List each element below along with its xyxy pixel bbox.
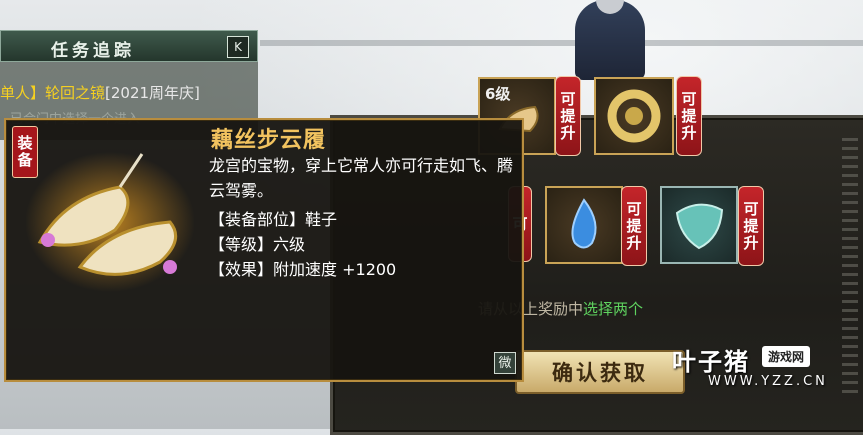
instruction-highlight: 选择两个 [583,300,644,318]
item-tooltip: 装备 藕丝步云履 龙宫的宝物，穿上它常人亦可行走如飞、腾云驾雾。 【装备部位】鞋… [4,118,524,382]
jade-shield-icon [675,203,724,250]
upgrade-badge-4: 可提升 [738,186,764,266]
micro-icon[interactable]: 微 [494,352,516,374]
watermark-url: WWW.YZZ.CN [708,374,828,389]
item-description: 龙宫的宝物，穿上它常人亦可行走如飞、腾云驾雾。 [209,156,514,200]
jade-ring-icon [607,89,661,143]
attribute-label: 【装备部位】 [209,210,306,229]
quest-tag: [2021周年庆] [105,84,200,102]
quest-entry[interactable]: 单人】轮回之镜[2021周年庆] [0,82,200,103]
attribute-label: 【等级】 [209,235,274,254]
attribute-label: 【效果】 [209,260,274,279]
quest-name[interactable]: 轮回之镜 [45,84,105,102]
attribute-level: 【等级】六级 [209,231,305,255]
watermark: 叶子猪 游戏网 WWW.YZZ.CN [672,342,852,402]
watermark-tag: 游戏网 [762,346,811,367]
attribute-value: 鞋子 [305,210,338,229]
item-name: 藕丝步云履 [211,128,327,153]
quest-tracker-header: 任务追踪 K [0,30,258,62]
upgrade-badge-2: 可提升 [676,76,702,156]
reward-slot-flame[interactable] [545,186,623,264]
roof-decoration [260,40,863,46]
blue-flame-icon [571,198,597,249]
upgrade-badge-3: 可提升 [621,186,647,266]
reward-slot-shield[interactable] [660,186,738,264]
quest-tracker-title: 任务追踪 [51,41,135,61]
collapse-icon[interactable]: K [227,36,249,58]
confirm-button[interactable]: 确认获取 [515,350,685,394]
reward-slot-ring[interactable] [594,77,674,155]
attribute-value: 六级 [273,235,306,254]
watermark-main: 叶子猪 [672,348,750,376]
attribute-slot: 【装备部位】鞋子 [209,206,337,230]
attribute-effect: 【效果】附加速度 +1200 [209,256,396,280]
attribute-value: 附加速度 +1200 [273,260,397,279]
quest-prefix: 单人】 [0,84,46,102]
upgrade-badge-1: 可提升 [555,76,581,156]
shoe-item-icon [25,152,195,292]
